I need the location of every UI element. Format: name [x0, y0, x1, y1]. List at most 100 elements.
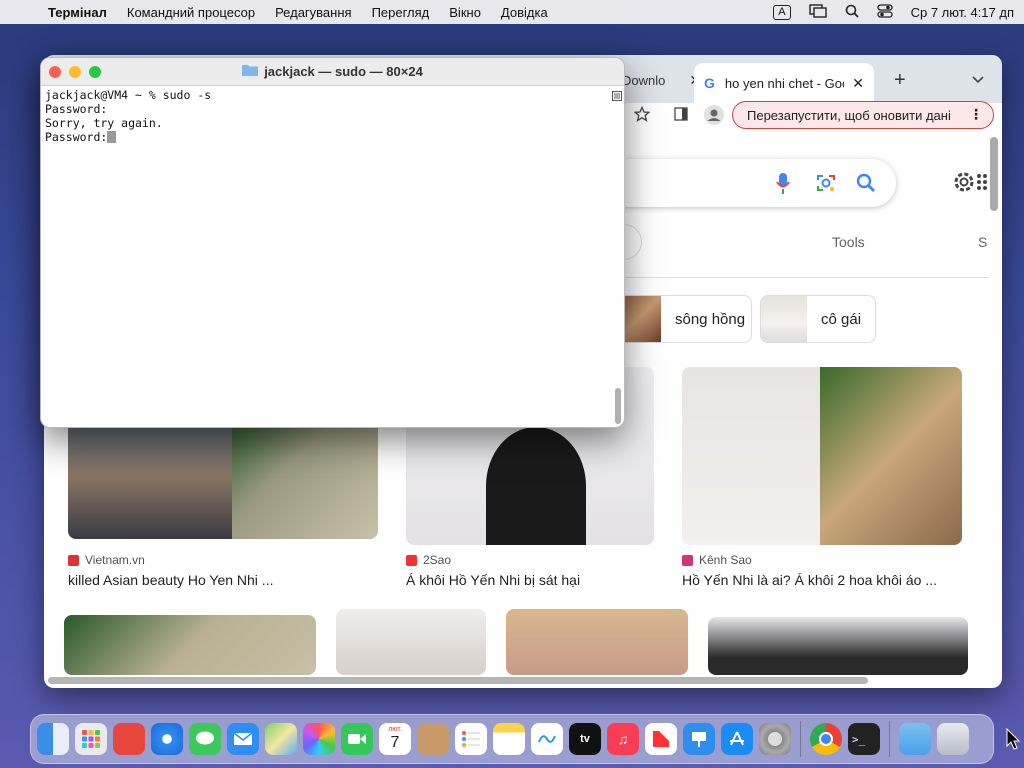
- messages-icon[interactable]: [189, 723, 221, 755]
- settings-icon[interactable]: [759, 723, 791, 755]
- tab-downloads[interactable]: Downlo ✕: [622, 65, 701, 95]
- vietnam-favicon-icon: [68, 554, 79, 566]
- terminal-icon[interactable]: >_: [848, 723, 880, 755]
- facetime-icon[interactable]: [341, 723, 373, 755]
- chip-thumbnail: [761, 296, 807, 342]
- new-tab-button[interactable]: +: [894, 65, 906, 95]
- result-title-3[interactable]: Hồ Yến Nhi là ai? Á khôi 2 hoa khôi áo .…: [682, 572, 937, 588]
- result-image-3[interactable]: [682, 367, 962, 545]
- terminal-line: jackjack@VM4 ~ % sudo -s: [45, 88, 212, 102]
- chip-label: cô gái: [821, 310, 862, 328]
- news-icon[interactable]: [645, 723, 677, 755]
- horizontal-scrollbar[interactable]: [48, 677, 868, 684]
- result-title-2[interactable]: Á khôi Hồ Yến Nhi bị sát hại: [406, 572, 580, 588]
- tools-button[interactable]: Tools: [832, 234, 865, 250]
- result-source-3[interactable]: Kênh Sao: [682, 553, 752, 567]
- side-panel-icon[interactable]: [674, 107, 688, 126]
- vertical-scrollbar[interactable]: [990, 137, 998, 211]
- terminal-prompt: Password:: [45, 130, 108, 144]
- voice-search-mic-icon[interactable]: [776, 173, 790, 200]
- tab-downloads-label: Downlo: [622, 72, 666, 88]
- result-image-6[interactable]: [506, 609, 688, 675]
- google-apps-grid-icon[interactable]: [976, 173, 988, 196]
- trash-icon[interactable]: [937, 723, 969, 755]
- dock-separator: [800, 721, 801, 757]
- folder-icon: [242, 64, 259, 79]
- search-box[interactable]: [604, 159, 896, 207]
- safari-icon[interactable]: [151, 723, 183, 755]
- freeform-icon[interactable]: [531, 723, 563, 755]
- music-icon[interactable]: ♫: [607, 723, 639, 755]
- tab-search-chevron-down-icon[interactable]: [972, 65, 984, 95]
- result-source-2[interactable]: 2Sao: [406, 553, 451, 567]
- dock: лют. 7 tv ♫ >_: [30, 714, 994, 764]
- appstore-icon[interactable]: [721, 723, 753, 755]
- maps-icon[interactable]: [265, 723, 297, 755]
- control-center-icon[interactable]: [876, 3, 893, 21]
- profile-avatar-icon[interactable]: [704, 105, 724, 130]
- chrome-icon[interactable]: [810, 723, 842, 755]
- launchpad-icon[interactable]: [75, 723, 107, 755]
- search-icon[interactable]: [856, 173, 876, 198]
- bookmark-star-icon[interactable]: [633, 105, 651, 127]
- result-image-5[interactable]: [336, 609, 486, 675]
- menu-help[interactable]: Довідка: [501, 5, 548, 20]
- terminal-marks-icon[interactable]: [612, 88, 622, 106]
- terminal-output[interactable]: jackjack@VM4 ~ % sudo -s Password: Sorry…: [41, 86, 624, 146]
- 2sao-favicon-icon: [406, 554, 417, 566]
- keynote-icon[interactable]: [683, 723, 715, 755]
- terminal-line: Sorry, try again.: [45, 116, 163, 130]
- result-source-1[interactable]: Vietnam.vn: [68, 553, 145, 567]
- calendar-icon[interactable]: лют. 7: [379, 723, 411, 755]
- menu-shell[interactable]: Командний процесор: [127, 5, 255, 20]
- mail-icon[interactable]: [227, 723, 259, 755]
- menu-app-name[interactable]: Термінал: [48, 5, 107, 20]
- terminal-window: jackjack — sudo — 80×24 jackjack@VM4 ~ %…: [40, 57, 625, 428]
- result-image-1[interactable]: [68, 415, 378, 539]
- contacts-icon[interactable]: [417, 723, 449, 755]
- mouse-pointer-icon: [1006, 727, 1021, 755]
- google-favicon-icon: G: [704, 75, 715, 91]
- lens-camera-icon[interactable]: [816, 173, 836, 198]
- notes-icon[interactable]: [493, 723, 525, 755]
- reminders-icon[interactable]: [455, 723, 487, 755]
- more-vert-icon[interactable]: ⋮: [969, 106, 983, 123]
- result-title-1[interactable]: killed Asian beauty Ho Yen Nhi ...: [68, 572, 273, 588]
- chip-co-gai[interactable]: cô gái: [760, 295, 876, 343]
- folder-icon[interactable]: [899, 723, 931, 755]
- terminal-scrollbar[interactable]: [615, 388, 621, 424]
- result-image-7[interactable]: [708, 617, 968, 675]
- relaunch-update-button[interactable]: Перезапустити, щоб оновити дані ⋮: [732, 101, 994, 129]
- appletv-icon[interactable]: tv: [569, 723, 601, 755]
- relaunch-label: Перезапустити, щоб оновити дані: [747, 107, 951, 123]
- menu-view[interactable]: Перегляд: [372, 5, 430, 20]
- terminal-title: jackjack — sudo — 80×24: [264, 64, 423, 79]
- photos-icon[interactable]: [303, 723, 335, 755]
- menu-clock[interactable]: Ср 7 лют. 4:17 дп: [911, 5, 1014, 20]
- source-label: Kênh Sao: [699, 553, 752, 567]
- safesearch-link[interactable]: S: [978, 234, 987, 250]
- chip-song-hong[interactable]: sông hồng: [614, 295, 752, 343]
- result-image-4[interactable]: [64, 615, 316, 675]
- tab-google-label: ho yen nhi chet - Goo: [724, 75, 845, 91]
- image-thumbnail: [232, 415, 378, 539]
- spotlight-search-icon[interactable]: [845, 4, 859, 21]
- tab-google-search[interactable]: G ho yen nhi chet - Goo ✕: [694, 63, 874, 103]
- source-label: 2Sao: [423, 553, 452, 567]
- chip-label: sông hồng: [675, 310, 746, 328]
- input-source-icon[interactable]: A: [773, 4, 791, 20]
- tab-close-icon[interactable]: ✕: [852, 75, 864, 92]
- finder-icon[interactable]: [37, 723, 69, 755]
- tv-icon[interactable]: [113, 723, 145, 755]
- menu-edit[interactable]: Редагування: [275, 5, 352, 20]
- kenhsao-favicon-icon: [682, 554, 693, 566]
- screen-mirroring-icon[interactable]: [808, 3, 827, 21]
- terminal-titlebar[interactable]: jackjack — sudo — 80×24: [41, 58, 624, 86]
- image-thumbnail: [486, 427, 586, 545]
- menu-window[interactable]: Вікно: [449, 5, 481, 20]
- zoom-window-icon[interactable]: [89, 66, 101, 78]
- close-window-icon[interactable]: [49, 66, 61, 78]
- dock-separator: [889, 721, 890, 757]
- minimize-window-icon[interactable]: [69, 66, 81, 78]
- settings-gear-icon[interactable]: [952, 170, 976, 199]
